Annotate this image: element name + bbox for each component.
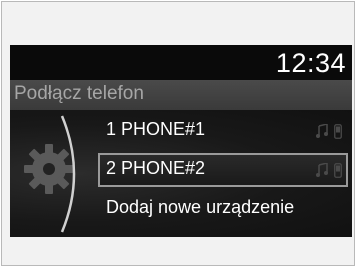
device-label: 1 PHONE#1 — [106, 119, 206, 139]
figure-frame: 12:34 Podłącz telefon 1 PHONE#1 2 PHONE#… — [1, 1, 355, 266]
device-item-phone1[interactable]: 1 PHONE#1 — [98, 114, 348, 148]
device-label: 2 PHONE#2 — [106, 158, 206, 178]
add-device-label: Dodaj nowe urządzenie — [106, 197, 295, 217]
device-icons — [316, 161, 342, 179]
music-icon — [316, 124, 328, 138]
infotainment-screen: 12:34 Podłącz telefon 1 PHONE#1 2 PHONE#… — [10, 45, 352, 237]
screen-title-bar: Podłącz telefon — [10, 80, 352, 110]
device-list: 1 PHONE#1 2 PHONE#2 Dodaj nowe urządzeni… — [98, 114, 348, 231]
page-title: Podłącz telefon — [14, 83, 144, 104]
menu-curve-decoration — [60, 115, 76, 233]
menu-area: 1 PHONE#1 2 PHONE#2 Dodaj nowe urządzeni… — [10, 110, 352, 237]
device-item-phone2[interactable]: 2 PHONE#2 — [98, 153, 348, 187]
phone-icon — [334, 162, 342, 178]
device-icons — [316, 122, 342, 140]
phone-icon — [334, 123, 342, 139]
clock: 12:34 — [275, 48, 346, 78]
music-icon — [316, 163, 328, 177]
add-new-device-item[interactable]: Dodaj nowe urządzenie — [98, 192, 348, 226]
status-bar: 12:34 — [10, 45, 352, 80]
